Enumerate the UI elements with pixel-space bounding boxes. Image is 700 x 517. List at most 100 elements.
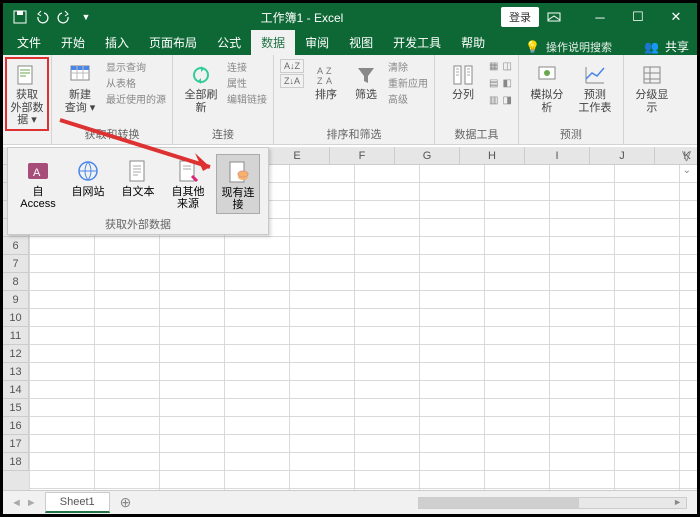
- group-sort-filter-label: 排序和筛选: [327, 124, 382, 142]
- tell-me-search[interactable]: 操作说明搜索: [546, 39, 612, 55]
- row-header[interactable]: 18: [3, 453, 29, 471]
- data-model-icon[interactable]: ◨: [502, 93, 511, 107]
- existing-connections-button[interactable]: 现有连接: [216, 154, 260, 214]
- whatif-button[interactable]: 模拟分析: [525, 59, 569, 116]
- filter-button[interactable]: 筛选: [348, 59, 384, 104]
- tab-home[interactable]: 开始: [51, 30, 95, 55]
- column-header[interactable]: I: [525, 147, 590, 164]
- tab-file[interactable]: 文件: [7, 30, 51, 55]
- row-header[interactable]: 14: [3, 381, 29, 399]
- properties[interactable]: 属性: [227, 75, 267, 89]
- relations-icon[interactable]: ◧: [502, 76, 511, 90]
- login-button[interactable]: 登录: [501, 7, 539, 27]
- new-query-label: 新建查询 ▾: [65, 89, 96, 114]
- redo-icon[interactable]: [57, 10, 71, 24]
- scroll-right-icon[interactable]: ►: [673, 497, 682, 507]
- share-button[interactable]: 共享: [665, 38, 689, 55]
- consolidate-icon[interactable]: ◫: [502, 59, 511, 73]
- sheet-nav-next-icon[interactable]: ►: [26, 497, 37, 509]
- minimize-icon[interactable]: ─: [585, 10, 615, 25]
- new-query-button[interactable]: 新建查询 ▾: [58, 59, 102, 116]
- row-header[interactable]: 13: [3, 363, 29, 381]
- other-icon: [175, 156, 201, 186]
- from-text-button[interactable]: 自文本: [116, 154, 160, 200]
- select-all-expand-icon[interactable]: ⌄: [683, 165, 691, 176]
- tab-review[interactable]: 审阅: [295, 30, 339, 55]
- tab-layout[interactable]: 页面布局: [139, 30, 207, 55]
- outline-icon: [640, 61, 664, 89]
- column-header[interactable]: G: [395, 147, 460, 164]
- from-text-label: 自文本: [122, 186, 155, 198]
- sort-za-button[interactable]: Z↓A: [280, 74, 304, 88]
- save-icon[interactable]: [13, 10, 27, 24]
- outline-button[interactable]: 分级显示: [630, 59, 674, 116]
- edit-links[interactable]: 编辑链接: [227, 91, 267, 105]
- qat-dropdown-icon[interactable]: ▼: [79, 10, 93, 24]
- group-forecast-label: 预测: [560, 124, 582, 142]
- tab-insert[interactable]: 插入: [95, 30, 139, 55]
- columns-icon: [451, 61, 475, 89]
- text-to-columns-button[interactable]: 分列: [441, 59, 485, 104]
- lightbulb-icon[interactable]: 💡: [525, 40, 540, 54]
- sort-label: 排序: [315, 89, 337, 102]
- reapply-filter[interactable]: 重新应用: [388, 75, 428, 89]
- connections[interactable]: 连接: [227, 59, 267, 73]
- formula-bar-collapse-icon[interactable]: ⋁: [682, 149, 691, 162]
- column-header[interactable]: H: [460, 147, 525, 164]
- sheet-tab-1[interactable]: Sheet1: [45, 492, 110, 513]
- get-external-data-button[interactable]: 获取外部数据 ▾: [5, 57, 49, 131]
- row-header[interactable]: 11: [3, 327, 29, 345]
- filter-label: 筛选: [355, 89, 377, 102]
- advanced-filter[interactable]: 高级: [388, 91, 428, 105]
- data-valid-icon[interactable]: ▥: [489, 93, 498, 107]
- forecast-button[interactable]: 预测工作表: [573, 59, 617, 116]
- from-access-button[interactable]: A 自 Access: [16, 154, 60, 212]
- filter-icon: [355, 61, 377, 89]
- row-header[interactable]: 6: [3, 237, 29, 255]
- tab-view[interactable]: 视图: [339, 30, 383, 55]
- refresh-label: 全部刷新: [181, 89, 221, 114]
- row-header[interactable]: 12: [3, 345, 29, 363]
- svg-text:A: A: [317, 66, 323, 76]
- column-header[interactable]: F: [330, 147, 395, 164]
- svg-text:Z: Z: [317, 76, 323, 86]
- row-header[interactable]: 10: [3, 309, 29, 327]
- sheet-nav-prev-icon[interactable]: ◄: [11, 497, 22, 509]
- column-header[interactable]: E: [265, 147, 330, 164]
- ribbon-options-icon[interactable]: [547, 12, 577, 22]
- flash-fill-icon[interactable]: ▦: [489, 59, 498, 73]
- row-header[interactable]: 8: [3, 273, 29, 291]
- row-header[interactable]: 17: [3, 435, 29, 453]
- from-access-label: 自 Access: [18, 186, 58, 210]
- tab-dev[interactable]: 开发工具: [383, 30, 451, 55]
- columns-label: 分列: [452, 89, 474, 102]
- row-header[interactable]: 7: [3, 255, 29, 273]
- tab-help[interactable]: 帮助: [451, 30, 495, 55]
- undo-icon[interactable]: [35, 10, 49, 24]
- outline-label: 分级显示: [632, 89, 672, 114]
- scrollbar-thumb[interactable]: [419, 498, 579, 508]
- remove-dup-icon[interactable]: ▤: [489, 76, 498, 90]
- column-header[interactable]: J: [590, 147, 655, 164]
- from-other-button[interactable]: 自其他来源: [166, 154, 210, 212]
- row-header[interactable]: 9: [3, 291, 29, 309]
- from-web-button[interactable]: 自网站: [66, 154, 110, 200]
- clear-filter[interactable]: 清除: [388, 59, 428, 73]
- sort-az-button[interactable]: A↓Z: [280, 59, 304, 73]
- recent-sources[interactable]: 最近使用的源: [106, 91, 166, 105]
- refresh-icon: [189, 61, 213, 89]
- close-icon[interactable]: ✕: [661, 9, 691, 25]
- tab-formulas[interactable]: 公式: [207, 30, 251, 55]
- horizontal-scrollbar[interactable]: ◄ ►: [418, 497, 687, 509]
- refresh-all-button[interactable]: 全部刷新: [179, 59, 223, 116]
- row-header[interactable]: 16: [3, 417, 29, 435]
- from-table[interactable]: 从表格: [106, 75, 166, 89]
- maximize-icon[interactable]: ☐: [623, 9, 653, 25]
- whatif-icon: [535, 61, 559, 89]
- ribbon: 获取外部数据 ▾ 新建查询 ▾ 显示查询 从表格 最近使用的源 获取和转换: [3, 55, 697, 145]
- sort-button[interactable]: AZZA 排序: [308, 59, 344, 104]
- show-queries[interactable]: 显示查询: [106, 59, 166, 73]
- tab-data[interactable]: 数据: [251, 30, 295, 55]
- row-header[interactable]: 15: [3, 399, 29, 417]
- add-sheet-button[interactable]: ⊕: [110, 494, 142, 511]
